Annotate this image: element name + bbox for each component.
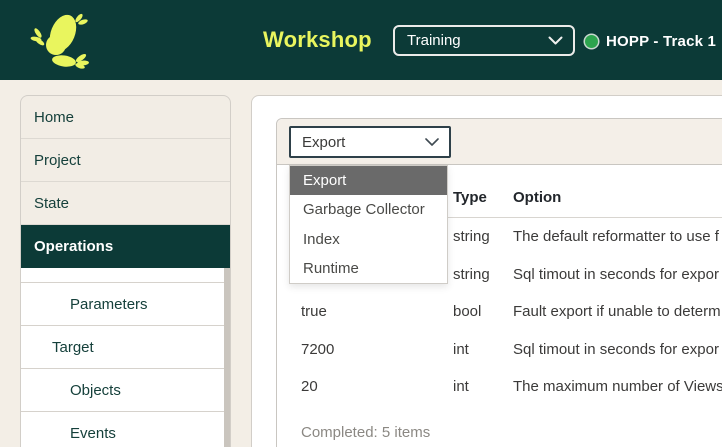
table-row[interactable]: true bool Fault export if unable to dete… — [301, 293, 722, 331]
sidebar-item-objects[interactable]: Objects — [21, 369, 224, 412]
completed-count: Completed: 5 items — [301, 423, 431, 441]
category-select[interactable]: Export — [289, 126, 451, 158]
category-dropdown-list: Export Garbage Collector Index Runtime — [289, 165, 448, 284]
option-cell: The default reformatter to use f — [513, 228, 719, 246]
sidebar-item-events[interactable]: Events — [21, 412, 224, 447]
sidebar-item-label: State — [34, 194, 70, 212]
sidebar-submenu: Parameters Target Objects Events — [21, 268, 224, 447]
sidebar-item-label: Events — [70, 424, 116, 442]
type-cell: int — [453, 340, 469, 358]
table-row[interactable]: 7200 int Sql timout in seconds for expor — [301, 331, 722, 369]
table-row[interactable]: 20 int The maximum number of Views — [301, 368, 722, 406]
frog-logo-icon — [30, 13, 89, 69]
connection-status: HOPP - Track 1 — [585, 26, 716, 56]
sidebar-item-operations[interactable]: Operations — [21, 225, 230, 268]
dropdown-option-label: Garbage Collector — [303, 201, 425, 219]
option-cell: The maximum number of Views — [513, 378, 722, 396]
sidebar-item-label: Operations — [34, 238, 114, 255]
option-cell: Sql timout in seconds for expor — [513, 265, 719, 283]
dropdown-option-index[interactable]: Index — [290, 225, 447, 254]
dropdown-option-label: Runtime — [303, 259, 359, 277]
option-cell: Fault export if unable to determ — [513, 303, 721, 321]
sidebar-item-label: Project — [34, 151, 81, 169]
environment-select[interactable]: Training — [393, 25, 575, 56]
options-toolbar: Export — [277, 119, 722, 165]
category-select-value: Export — [302, 133, 346, 151]
sidebar-item-label: Objects — [70, 381, 121, 399]
sidebar-item-target[interactable]: Target — [21, 326, 224, 369]
value-cell: true — [301, 303, 327, 321]
sidebar-item-label: Home — [34, 108, 75, 126]
environment-select-value: Training — [407, 32, 461, 49]
sidebar-item-state[interactable]: State — [21, 182, 230, 225]
sidebar-item-label: Parameters — [70, 295, 148, 313]
dropdown-option-runtime[interactable]: Runtime — [290, 254, 447, 283]
status-label: HOPP - Track 1 — [606, 32, 717, 50]
option-cell: Sql timout in seconds for expor — [513, 340, 719, 358]
dropdown-option-garbage-collector[interactable]: Garbage Collector — [290, 195, 447, 224]
sidebar-item-label: Target — [52, 338, 94, 356]
status-dot-icon — [585, 34, 598, 48]
sidebar: Home Project State Operations Parameters… — [20, 95, 231, 447]
sidebar-item-parameters[interactable]: Parameters — [21, 283, 224, 326]
submenu-spacer — [21, 268, 224, 283]
column-header-option: Option — [513, 189, 562, 206]
sidebar-item-project[interactable]: Project — [21, 139, 230, 182]
type-cell: int — [453, 378, 469, 396]
sidebar-item-home[interactable]: Home — [21, 96, 230, 139]
type-cell: bool — [453, 303, 482, 321]
type-cell: string — [453, 228, 490, 246]
value-cell: 20 — [301, 378, 318, 396]
sidebar-scrollbar[interactable] — [224, 268, 230, 447]
column-header-type: Type — [453, 189, 487, 206]
top-bar: Workshop Training HOPP - Track 1 — [0, 0, 722, 80]
chevron-down-icon — [548, 36, 563, 45]
chevron-down-icon — [425, 138, 439, 146]
dropdown-option-export[interactable]: Export — [290, 166, 447, 196]
dropdown-option-label: Index — [303, 230, 340, 248]
type-cell: string — [453, 265, 490, 283]
value-cell: 7200 — [301, 340, 335, 358]
dropdown-option-label: Export — [303, 172, 347, 190]
app-title: Workshop — [263, 27, 372, 52]
